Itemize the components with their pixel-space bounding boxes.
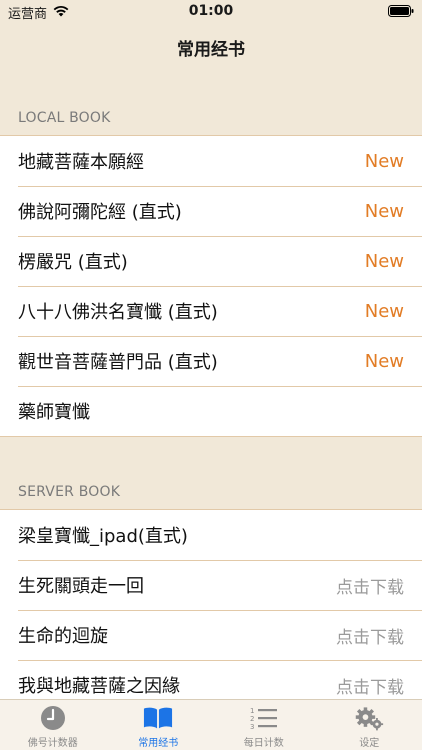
new-badge: New [364,200,404,222]
status-time: 01:00 [188,3,234,19]
page-title: 常用经书 [177,39,245,60]
book-title: 佛說阿彌陀經 (直式) [18,202,182,223]
tab-label: 常用经书 [138,738,179,749]
list-item-server-1[interactable]: 生死關頭走一回 点击下载 [0,560,422,610]
tab-daily-count[interactable]: 1 2 3 每日计数 [211,700,317,750]
local-book-list: 地藏菩薩本願經 New 佛說阿彌陀經 (直式) New 楞嚴咒 (直式) New… [0,135,422,437]
gear-icon [354,704,384,732]
battery-icon [388,5,414,21]
new-badge: New [364,300,404,322]
svg-text:1: 1 [250,707,254,715]
clock-icon [38,704,68,732]
tab-label: 每日计数 [243,738,284,749]
section-header-server: SERVER BOOK [18,484,121,500]
download-link[interactable]: 点击下载 [336,623,404,648]
status-bar: 运营商 01:00 [0,0,422,24]
new-badge: New [364,350,404,372]
svg-text:3: 3 [250,723,254,731]
list-item-local-2[interactable]: 楞嚴咒 (直式) New [0,236,422,286]
tab-bar: 佛号计数器 常用经书 1 2 3 每日计数 设定 [0,699,422,750]
download-link[interactable]: 点击下载 [336,573,404,598]
new-badge: New [364,250,404,272]
list-item-local-1[interactable]: 佛說阿彌陀經 (直式) New [0,186,422,236]
navigation-bar: 常用经书 [0,24,422,70]
list-item-local-5[interactable]: 藥師寶懺 [0,386,422,436]
tab-counter[interactable]: 佛号计数器 [0,700,106,750]
book-title: 我與地藏菩薩之因緣 [18,676,180,697]
book-title: 八十八佛洪名寶懺 (直式) [18,302,218,323]
download-link[interactable]: 点击下载 [336,673,404,698]
book-title: 地藏菩薩本願經 [18,152,144,173]
list-item-local-4[interactable]: 觀世音菩薩普門品 (直式) New [0,336,422,386]
server-book-list: 梁皇寶懺_ipad(直式) 生死關頭走一回 点击下载 生命的迴旋 点击下载 我與… [0,509,422,711]
book-title: 梁皇寶懺_ipad(直式) [18,526,188,547]
tab-label: 佛号计数器 [27,738,78,749]
numbered-list-icon: 1 2 3 [249,704,279,732]
section-header-local: LOCAL BOOK [18,110,111,126]
book-title: 藥師寶懺 [18,402,90,423]
book-title: 生死關頭走一回 [18,576,144,597]
list-item-local-3[interactable]: 八十八佛洪名寶懺 (直式) New [0,286,422,336]
tab-sutras[interactable]: 常用经书 [106,700,212,750]
tab-label: 设定 [359,738,380,749]
book-icon [143,704,173,732]
tab-settings[interactable]: 设定 [317,700,422,750]
svg-text:2: 2 [250,715,254,723]
book-title: 觀世音菩薩普門品 (直式) [18,352,218,373]
new-badge: New [364,150,404,172]
list-item-server-0[interactable]: 梁皇寶懺_ipad(直式) [0,510,422,560]
book-title: 楞嚴咒 (直式) [18,252,128,273]
status-right [388,5,414,21]
list-item-local-0[interactable]: 地藏菩薩本願經 New [0,136,422,186]
list-item-server-2[interactable]: 生命的迴旋 点击下载 [0,610,422,660]
book-title: 生命的迴旋 [18,626,108,647]
